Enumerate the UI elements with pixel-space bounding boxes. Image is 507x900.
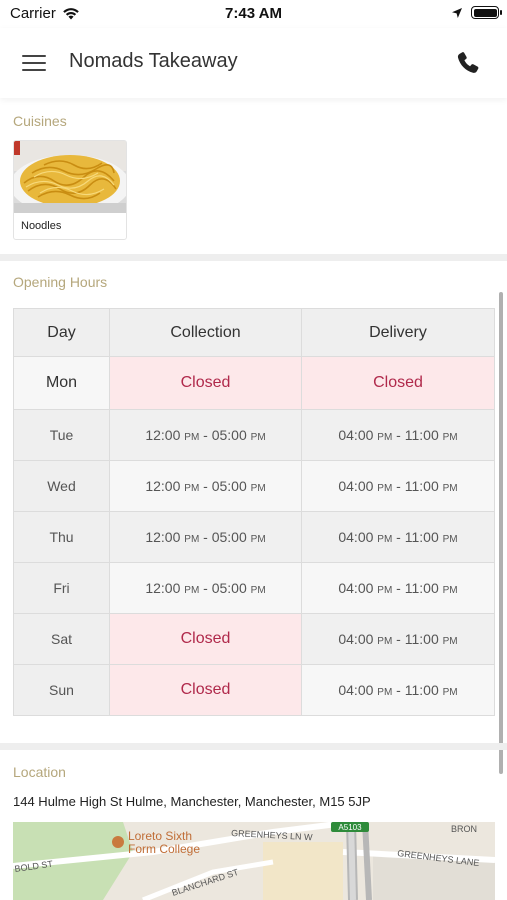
location-section: Location 144 Hulme High St Hulme, Manche… (0, 752, 507, 900)
delivery-cell: Closed (301, 356, 495, 410)
menu-icon[interactable] (22, 52, 48, 74)
delivery-cell: 04:00 PM - 11:00 PM (301, 613, 495, 665)
cuisine-card-noodles[interactable]: Noodles (13, 140, 127, 240)
map-poi-label-line1: Loreto Sixth (128, 829, 192, 843)
collection-cell: 12:00 PM - 05:00 PM (109, 409, 302, 461)
address-text: 144 Hulme High St Hulme, Manchester, Man… (13, 794, 371, 809)
noodles-image (14, 141, 126, 213)
table-row: Tue 12:00 PM - 05:00 PM 04:00 PM - 11:00 P… (13, 409, 495, 461)
collection-cell: 12:00 PM - 05:00 PM (109, 562, 302, 614)
map-road-shield-label: A5103 (338, 823, 362, 832)
app-header: Nomads Takeaway (0, 28, 507, 98)
status-right-group (451, 6, 502, 19)
delivery-cell: 04:00 PM - 11:00 PM (301, 409, 495, 461)
cuisines-section: Cuisines Noodles (0, 100, 507, 254)
cuisine-label: Noodles (21, 220, 62, 232)
table-row: Mon Closed Closed (13, 356, 495, 410)
scrollbar[interactable] (499, 292, 503, 774)
day-cell: Tue (13, 409, 110, 461)
day-cell: Sat (13, 613, 110, 665)
location-title: Location (13, 764, 66, 780)
collection-cell: 12:00 PM - 05:00 PM (109, 511, 302, 563)
section-divider (0, 254, 507, 261)
column-header-day: Day (13, 308, 110, 357)
day-cell: Thu (13, 511, 110, 563)
table-row: Sun Closed 04:00 PM - 11:00 PM (13, 664, 495, 716)
location-map[interactable]: A5103 Loreto Sixth Form College GREENHEY… (13, 822, 495, 900)
table-row: Thu 12:00 PM - 05:00 PM 04:00 PM - 11:00 P… (13, 511, 495, 563)
cuisines-title: Cuisines (13, 113, 67, 129)
collection-cell: 12:00 PM - 05:00 PM (109, 460, 302, 512)
battery-icon (471, 6, 502, 19)
table-header-row: Day Collection Delivery (13, 308, 495, 357)
collection-cell: Closed (109, 664, 302, 716)
opening-hours-table: Day Collection Delivery Mon Closed Closed T… (13, 308, 495, 716)
table-row: Wed 12:00 PM - 05:00 PM 04:00 PM - 11:00 P… (13, 460, 495, 512)
map-street-label: BRON (451, 824, 477, 834)
table-row: Sat Closed 04:00 PM - 11:00 PM (13, 613, 495, 665)
phone-icon[interactable] (455, 50, 481, 76)
section-divider (0, 743, 507, 750)
delivery-cell: 04:00 PM - 11:00 PM (301, 562, 495, 614)
day-cell: Mon (13, 356, 110, 410)
delivery-cell: 04:00 PM - 11:00 PM (301, 460, 495, 512)
poi-pin-icon (112, 836, 124, 848)
collection-cell: Closed (109, 613, 302, 665)
status-time: 7:43 AM (225, 5, 282, 22)
location-arrow-icon (452, 7, 462, 18)
opening-hours-title: Opening Hours (13, 274, 108, 290)
day-cell: Sun (13, 664, 110, 716)
table-row: Fri 12:00 PM - 05:00 PM 04:00 PM - 11:00 P… (13, 562, 495, 614)
map-poi-label-line2: Form College (128, 842, 200, 856)
page-title: Nomads Takeaway (69, 50, 238, 72)
delivery-cell: 04:00 PM - 11:00 PM (301, 511, 495, 563)
status-bar: Carrier 7:43 AM (0, 0, 507, 28)
column-header-collection: Collection (109, 308, 302, 357)
delivery-cell: 04:00 PM - 11:00 PM (301, 664, 495, 716)
column-header-delivery: Delivery (301, 308, 495, 357)
day-cell: Fri (13, 562, 110, 614)
collection-cell: Closed (109, 356, 302, 410)
day-cell: Wed (13, 460, 110, 512)
